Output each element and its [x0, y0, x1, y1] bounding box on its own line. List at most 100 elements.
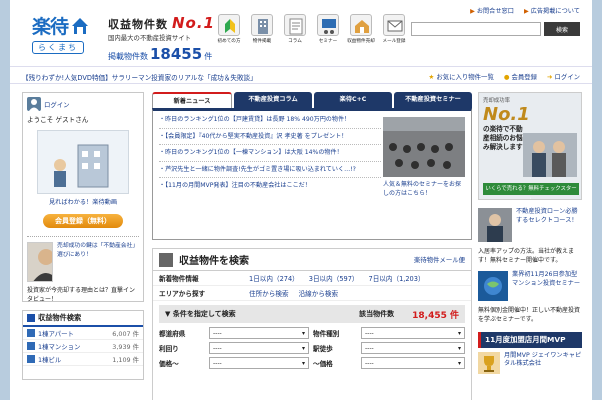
nav-label: 収益物件売却 [347, 39, 375, 44]
user-icon: ● [503, 73, 510, 81]
mail-icon [383, 14, 405, 36]
banner-small-text: 売却成功率 [483, 98, 510, 104]
news-item[interactable]: ・昨日のランキング1位の【一棟マンション】は大阪 14%の物件！ [159, 149, 381, 162]
building-icon [251, 14, 273, 36]
tagline-sub: 国内最大の不動産投資サイト [108, 34, 192, 42]
listing-count: 掲載物件数 18455 件 [108, 45, 228, 63]
ad-link[interactable]: ▶ 広告掲載について [524, 6, 580, 15]
nav-seminar[interactable]: セミナー [314, 14, 342, 44]
walk-select[interactable]: ---- ▾ [361, 342, 465, 354]
news-panel: ・昨日のランキング1位の【戸建賃貸】は長野 18% 490万円の物件！ ・【会員… [152, 108, 472, 240]
promo-link[interactable]: 【残りわずか!人気DVD特価】サラリーマン投資家のリアルな「成功＆失敗談」 [22, 72, 257, 82]
promo-desc: 入居率アップの方法。当社が教えます！無料セミナー開催中です。 [478, 248, 575, 264]
line-search-link[interactable]: 沿線から検索 [299, 288, 339, 298]
tab-seminar[interactable]: 不動産投資セミナー [394, 92, 472, 108]
nav-mail[interactable]: メール登録 [380, 14, 408, 44]
price-min-select[interactable]: ---- ▾ [209, 357, 309, 369]
chevron-down-icon: ▼ [165, 310, 173, 318]
price-max-select[interactable]: ---- ▾ [361, 357, 465, 369]
building-icon [159, 252, 173, 267]
left-column: ログイン ようこそ ゲストさん 見ればわかる！楽待動画 会員登録（無料） 売却成… [22, 92, 144, 380]
trophy-icon [478, 352, 500, 374]
register-link[interactable]: ● 会員登録 [504, 72, 537, 81]
nav-column[interactable]: コラム [281, 14, 309, 44]
tab-column[interactable]: 不動産投資コラム [234, 92, 312, 108]
new-3day-link[interactable]: 3日以内（597） [309, 273, 359, 283]
new-listings-row: 新着物件情報 1日以内（274） 3日以内（597） 7日以内（1,203） [153, 271, 471, 286]
tab-news[interactable]: 新着ニュース [152, 92, 232, 108]
news-item[interactable]: ・【11月の月間MVP発表】注目の不動産会社はここだ！ [159, 182, 381, 191]
chevron-down-icon: ▾ [301, 359, 305, 367]
category-label: 1棟ビル [38, 355, 62, 364]
chevron-down-icon: ▾ [457, 329, 461, 337]
arrow-icon: ▶ [470, 8, 475, 15]
header: 楽待 らくまち 収益物件数 No.1 国内最大の不動産投資サイト 掲載物件数 184… [10, 0, 592, 63]
promo-photo [478, 208, 512, 242]
nav-beginner[interactable]: 初めての方 [215, 14, 243, 44]
area-row: エリアから探す 住所から検索 沿線から検索 [153, 286, 471, 301]
category-item[interactable]: 1棟ビル 1,109 件 [23, 353, 143, 366]
site-search: 検索 [411, 22, 580, 36]
news-list: ・昨日のランキング1位の【戸建賃貸】は長野 18% 490万円の物件！ ・【会員… [159, 116, 381, 191]
seminar-caption[interactable]: 人気＆無料のセミナーをお探しの方はこちら！ [383, 181, 465, 198]
news-item[interactable]: ・【会員限定】『40代から堅実不動産投資』沢 孝史著 をプレゼント！ [159, 133, 381, 145]
building-icon [27, 355, 35, 363]
nav-label: 物件掲載 [252, 39, 272, 44]
news-item[interactable]: ・芦沢先生と一緒に物件調査!先生がゴミ置き場に吸い込まれていく…!? [159, 166, 381, 178]
mail-service-link[interactable]: 楽待物件メール便 [414, 255, 465, 264]
contact-link[interactable]: ▶ お問合せ窓口 [470, 6, 514, 15]
prefecture-select[interactable]: ---- ▾ [209, 327, 309, 339]
news-tabs: 新着ニュース 不動産投資コラム 楽待C+C 不動産投資セミナー [152, 92, 472, 108]
register-label: 会員登録 [511, 73, 538, 81]
nav-sale[interactable]: 収益物件売却 [347, 14, 375, 44]
contact-link-label: お問合せ窓口 [476, 8, 514, 15]
seminar-photo[interactable] [383, 117, 465, 177]
chevron-down-icon: ▾ [301, 344, 305, 352]
building-illustration [37, 130, 129, 194]
top-links: ▶ お問合せ窓口 ▶ 広告掲載について [470, 6, 580, 15]
login-link[interactable]: ➜ ログイン [547, 72, 580, 81]
profile-promo[interactable]: 売却成功の鍵は「不動産会社」選びにあり！ [27, 242, 139, 282]
category-item[interactable]: 1棟アパート 6,007 件 [23, 327, 143, 340]
seminar2-desc: 無料個別金開催中！正しい不動産投資を学ぶセミナーです。 [478, 307, 581, 323]
address-search-link[interactable]: 住所から検索 [249, 288, 289, 298]
count-label: 該当物件数 [359, 310, 395, 318]
new-7day-link[interactable]: 7日以内（1,203） [369, 273, 425, 283]
type-select[interactable]: ---- ▾ [361, 327, 465, 339]
tab-cc[interactable]: 楽待C+C [314, 92, 392, 108]
chevron-down-icon: ▾ [457, 344, 461, 352]
condition-label: 条件を指定して検索 [172, 310, 236, 318]
search-input[interactable] [411, 22, 541, 36]
sale-icon [350, 14, 372, 36]
video-link[interactable]: 見ればわかる！楽待動画 [27, 197, 139, 206]
login-link[interactable]: ログイン [44, 100, 70, 109]
no1-badge: No.1 [172, 14, 215, 32]
sale-banner[interactable]: 売却成功率 No.1 の楽待で不動産相続のお悩み解決します いくらで売れる？無料… [478, 92, 582, 200]
main-nav: 初めての方 物件掲載 コラム セミナー 収益物件売却 メール登録 [215, 14, 408, 44]
search-button[interactable]: 検索 [544, 22, 580, 36]
login-box: ログイン ようこそ ゲストさん 見ればわかる！楽待動画 会員登録（無料） 売却成… [22, 92, 144, 303]
login-label: ログイン [554, 73, 580, 81]
new-1day-link[interactable]: 1日以内（274） [249, 273, 299, 283]
user-links: ★ お気に入り物件一覧 ● 会員登録 ➜ ログイン [429, 72, 580, 81]
site-logo[interactable]: 楽待 らくまち [32, 12, 92, 58]
nav-listing[interactable]: 物件掲載 [248, 14, 276, 44]
favorites-link[interactable]: ★ お気に入り物件一覧 [429, 72, 494, 81]
category-label: 1棟アパート [38, 329, 74, 338]
field-label: 利回り [159, 345, 179, 353]
select-value: ---- [365, 329, 374, 337]
category-item[interactable]: 1棟マンション 3,939 件 [23, 340, 143, 353]
favorites-label: お気に入り物件一覧 [436, 73, 494, 81]
tagline-text: 収益物件数 [108, 18, 168, 31]
register-button[interactable]: 会員登録（無料） [43, 214, 123, 228]
yield-select[interactable]: ---- ▾ [209, 342, 309, 354]
banner-button[interactable]: いくらで売れる？無料チェックスタート [483, 183, 579, 199]
category-label: 1棟マンション [38, 342, 81, 351]
page: 楽待 らくまち 収益物件数 No.1 国内最大の不動産投資サイト 掲載物件数 184… [10, 0, 592, 400]
nav-label: 初めての方 [217, 39, 241, 44]
nav-label: メール登録 [382, 39, 406, 44]
news-item[interactable]: ・昨日のランキング1位の【戸建賃貸】は長野 18% 490万円の物件！ [159, 116, 381, 129]
loan-promo[interactable]: 不動産投資ローン必勝するセレクトコース！ [478, 208, 582, 242]
mvp-item[interactable]: 月間MVP ジェイワンキャピタル株式会社 [478, 352, 582, 374]
seminar-promo[interactable]: 業界初11月26日参加型マンション投資セミナー [478, 271, 582, 301]
